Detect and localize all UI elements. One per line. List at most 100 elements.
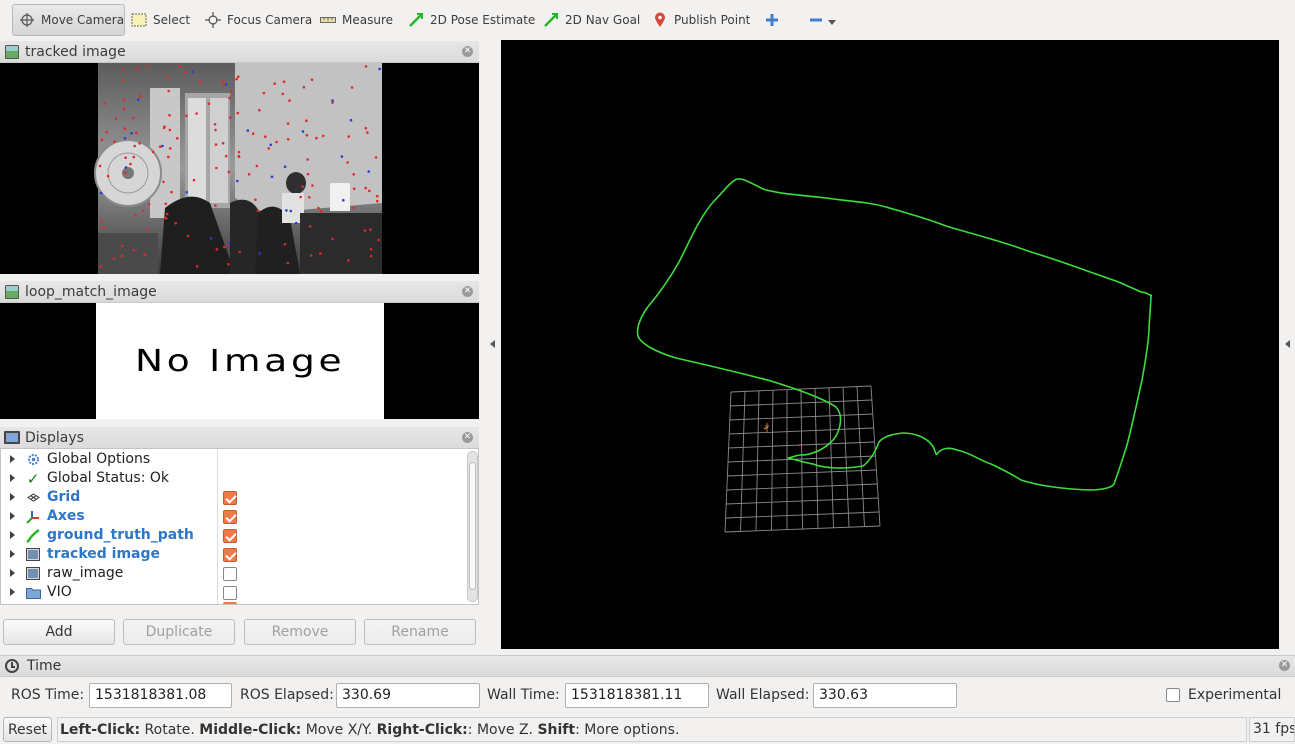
no-image-text: No Image xyxy=(134,343,346,379)
wall-time-field[interactable]: 1531818381.11 xyxy=(565,683,709,708)
expand-arrow-icon[interactable] xyxy=(10,569,15,577)
display-item-tracked-image[interactable]: tracked image xyxy=(1,545,467,564)
ros-time-field[interactable]: 1531818381.08 xyxy=(89,683,232,708)
feature-point xyxy=(378,67,381,71)
display-item-vio[interactable]: VIO xyxy=(1,583,467,602)
feature-point xyxy=(262,91,266,95)
expand-arrow-icon[interactable] xyxy=(10,493,15,501)
remove-display-button[interactable]: Remove xyxy=(244,619,356,645)
plus-icon xyxy=(764,12,780,28)
display-item-axes[interactable]: Axes xyxy=(1,507,467,526)
expand-arrow-icon[interactable] xyxy=(10,455,15,463)
collapse-right-panel-icon[interactable] xyxy=(1285,340,1290,348)
display-label: Axes xyxy=(47,508,85,524)
display-item-global-options[interactable]: Global Options xyxy=(1,450,467,469)
feature-point xyxy=(138,142,141,145)
expand-arrow-icon[interactable] xyxy=(10,588,15,596)
close-icon[interactable]: ✕ xyxy=(462,46,473,57)
expand-arrow-icon[interactable] xyxy=(10,474,15,482)
feature-point xyxy=(122,98,126,101)
tracked-image-checkbox[interactable] xyxy=(223,548,237,562)
feature-point xyxy=(315,136,318,140)
move-camera-tool[interactable]: Move Camera xyxy=(12,4,125,36)
display-item-raw-image[interactable]: raw_image xyxy=(1,564,467,583)
feature-point xyxy=(254,198,257,201)
select-tool[interactable]: Select xyxy=(131,4,190,36)
close-icon[interactable]: ✕ xyxy=(462,286,473,297)
display-item-ground-truth-path[interactable]: ground_truth_path xyxy=(1,526,467,545)
display-item-global-status[interactable]: ✓ Global Status: Ok xyxy=(1,469,467,488)
scrollbar-thumb[interactable] xyxy=(469,462,476,590)
feature-point xyxy=(195,112,198,115)
image-icon xyxy=(5,44,19,59)
wall-elapsed-field[interactable]: 330.63 xyxy=(813,683,957,708)
feature-point xyxy=(228,96,231,100)
nav-goal-tool[interactable]: 2D Nav Goal xyxy=(543,4,640,36)
feature-point xyxy=(186,234,190,238)
monitor-icon xyxy=(4,431,20,444)
feature-point xyxy=(352,206,356,209)
feature-point xyxy=(319,252,322,255)
feature-point xyxy=(123,127,126,130)
reset-button[interactable]: Reset xyxy=(3,717,52,742)
rename-display-button[interactable]: Rename xyxy=(364,619,476,645)
collapse-left-panel-icon[interactable] xyxy=(490,340,495,348)
raw-image-checkbox[interactable] xyxy=(223,567,237,581)
focus-camera-tool[interactable]: Focus Camera xyxy=(205,4,312,36)
feature-point xyxy=(132,116,135,120)
partial-next-row xyxy=(223,602,237,604)
feature-point xyxy=(99,265,103,268)
select-icon xyxy=(131,12,147,28)
vio-checkbox[interactable] xyxy=(223,586,237,600)
feature-point xyxy=(364,65,368,68)
tracked-image-view xyxy=(0,63,479,274)
feature-point xyxy=(269,143,273,147)
add-tool-button[interactable] xyxy=(764,4,786,36)
toolbar: Move Camera Select Focus Camera Measure … xyxy=(0,0,1295,40)
ros-elapsed-field[interactable]: 330.69 xyxy=(336,683,480,708)
duplicate-display-button[interactable]: Duplicate xyxy=(123,619,235,645)
no-image-placeholder: No Image xyxy=(96,303,384,419)
axes-checkbox[interactable] xyxy=(223,510,237,524)
feature-point xyxy=(310,78,314,81)
feature-point xyxy=(270,175,274,179)
pose-estimate-tool[interactable]: 2D Pose Estimate xyxy=(408,4,535,36)
displays-scrollbar[interactable] xyxy=(467,451,478,602)
feature-point xyxy=(121,78,125,82)
display-label: raw_image xyxy=(47,565,124,581)
experimental-checkbox[interactable] xyxy=(1166,688,1180,702)
expand-arrow-icon[interactable] xyxy=(10,512,15,520)
render-3d-view[interactable] xyxy=(501,40,1279,649)
expand-arrow-icon[interactable] xyxy=(10,531,15,539)
measure-tool[interactable]: Measure xyxy=(320,4,393,36)
move-camera-icon xyxy=(19,12,35,28)
feature-point xyxy=(349,118,353,122)
add-display-button[interactable]: Add xyxy=(3,619,115,645)
scene-canvas[interactable] xyxy=(501,40,1279,649)
feature-point xyxy=(132,155,136,159)
close-icon[interactable]: ✕ xyxy=(1279,660,1290,671)
feature-point xyxy=(162,180,165,184)
loop-match-panel-header: loop_match_image ✕ xyxy=(0,281,479,303)
feature-point xyxy=(367,170,371,173)
feature-point xyxy=(237,75,240,78)
remove-tool-button[interactable] xyxy=(808,4,836,36)
ros-elapsed-label: ROS Elapsed: xyxy=(240,687,334,703)
feature-point xyxy=(164,202,168,206)
close-icon[interactable]: ✕ xyxy=(462,432,473,443)
origin-axes-marker xyxy=(799,444,801,446)
feature-point xyxy=(165,212,169,216)
hint-text: Rotate. xyxy=(140,722,200,738)
feature-point xyxy=(309,254,313,257)
feature-point xyxy=(167,155,170,159)
feature-point xyxy=(134,214,137,217)
feature-point xyxy=(306,172,310,176)
ground-truth-path-checkbox[interactable] xyxy=(223,529,237,543)
display-item-grid[interactable]: Grid xyxy=(1,488,467,507)
feature-point xyxy=(275,140,278,144)
publish-point-tool[interactable]: Publish Point xyxy=(652,4,750,36)
expand-arrow-icon[interactable] xyxy=(10,550,15,558)
clock-icon xyxy=(5,659,19,673)
feature-point xyxy=(305,133,309,137)
grid-checkbox[interactable] xyxy=(223,491,237,505)
